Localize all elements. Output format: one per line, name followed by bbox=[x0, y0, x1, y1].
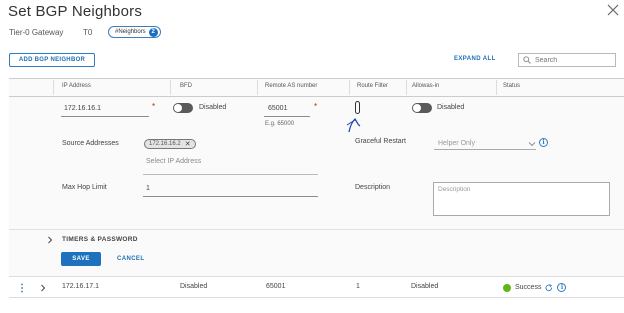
max-hop-limit-input[interactable]: 1 bbox=[146, 185, 150, 192]
close-icon[interactable] bbox=[607, 4, 619, 16]
route-filter-link[interactable]: 0 bbox=[355, 101, 360, 114]
graceful-restart-value: Helper Only bbox=[438, 140, 475, 147]
more-options-icon[interactable] bbox=[20, 283, 24, 293]
gateway-label: Tier-0 Gateway bbox=[9, 28, 64, 37]
required-marker: * bbox=[152, 102, 156, 111]
allowas-in-toggle-label: Disabled bbox=[437, 104, 465, 111]
neighbors-badge-label: #Neighbors bbox=[115, 29, 146, 35]
column-divider bbox=[406, 80, 407, 95]
bfd-toggle-label: Disabled bbox=[199, 104, 227, 111]
section-divider bbox=[9, 229, 624, 230]
column-divider bbox=[257, 80, 258, 95]
row-status: Success i bbox=[503, 283, 567, 292]
ip-address-underline bbox=[61, 116, 149, 117]
source-address-tag: 172.16.16.2 ✕ bbox=[144, 139, 196, 149]
search-box[interactable] bbox=[518, 53, 616, 67]
ip-address-input[interactable]: 172.16.16.1 bbox=[64, 105, 101, 112]
timers-password-toggle[interactable]: TIMERS & PASSWORD bbox=[62, 236, 138, 243]
description-label: Description bbox=[355, 184, 391, 191]
column-divider bbox=[349, 80, 350, 95]
success-status-icon bbox=[503, 283, 511, 292]
column-divider bbox=[496, 80, 497, 95]
column-header-ip[interactable]: IP Address bbox=[62, 83, 91, 89]
add-bgp-neighbor-button[interactable]: ADD BGP NEIGHBOR bbox=[9, 53, 95, 67]
search-input[interactable] bbox=[535, 56, 615, 64]
column-header-remote-as[interactable]: Remote AS number bbox=[265, 83, 317, 89]
column-header-bfd[interactable]: BFD bbox=[180, 83, 192, 89]
row-status-label: Success bbox=[515, 284, 542, 291]
row-route-filter[interactable]: 1 bbox=[356, 283, 360, 290]
select-ip-input[interactable]: Select IP Address bbox=[146, 158, 201, 165]
neighbors-badge: #Neighbors 2 bbox=[108, 26, 161, 38]
dialog-title: Set BGP Neighbors bbox=[8, 3, 143, 20]
cancel-button[interactable]: CANCEL bbox=[117, 256, 144, 262]
annotation-arrow-icon bbox=[346, 118, 361, 133]
row-allowas-in: Disabled bbox=[411, 283, 439, 290]
remote-as-input[interactable]: 65001 bbox=[268, 105, 287, 112]
remote-as-underline bbox=[264, 116, 310, 117]
expand-all-link[interactable]: EXPAND ALL bbox=[454, 56, 496, 62]
refresh-icon[interactable] bbox=[545, 283, 553, 292]
description-textarea[interactable]: Description bbox=[433, 182, 610, 216]
status-info-icon[interactable]: i bbox=[557, 283, 567, 292]
column-header-route-filter[interactable]: Route Filter bbox=[357, 83, 388, 89]
column-divider bbox=[170, 80, 171, 95]
search-icon bbox=[523, 56, 531, 64]
allowas-in-toggle[interactable] bbox=[412, 103, 432, 113]
graceful-restart-select[interactable]: Helper Only bbox=[434, 138, 536, 150]
graceful-restart-info-icon[interactable]: i bbox=[539, 138, 548, 147]
chevron-right-icon[interactable] bbox=[47, 236, 53, 244]
remote-as-hint: E.g. 65000 bbox=[265, 121, 295, 127]
chevron-down-icon bbox=[528, 141, 536, 146]
row-remote-as: 65001 bbox=[266, 283, 286, 290]
source-address-tag-label: 172.16.16.2 bbox=[149, 141, 181, 147]
source-addresses-label: Source Addresses bbox=[62, 140, 119, 147]
bfd-toggle[interactable] bbox=[173, 103, 193, 113]
max-hop-limit-label: Max Hop Limit bbox=[62, 184, 107, 191]
column-divider bbox=[53, 80, 54, 95]
gateway-value: T0 bbox=[83, 28, 93, 37]
save-button[interactable]: SAVE bbox=[61, 252, 101, 266]
chevron-right-icon[interactable] bbox=[40, 284, 46, 292]
neighbors-count: 2 bbox=[148, 27, 158, 37]
remove-tag-icon[interactable]: ✕ bbox=[185, 140, 191, 148]
row-bfd: Disabled bbox=[180, 283, 208, 290]
column-header-status[interactable]: Status bbox=[503, 83, 520, 89]
graceful-restart-label: Graceful Restart bbox=[355, 138, 406, 145]
select-ip-underline bbox=[143, 174, 318, 175]
column-header-allowas-in[interactable]: Allowas-in bbox=[412, 83, 439, 89]
required-marker: * bbox=[314, 102, 318, 111]
max-hop-limit-underline bbox=[143, 196, 318, 197]
row-ip-address: 172.16.17.1 bbox=[62, 283, 99, 290]
